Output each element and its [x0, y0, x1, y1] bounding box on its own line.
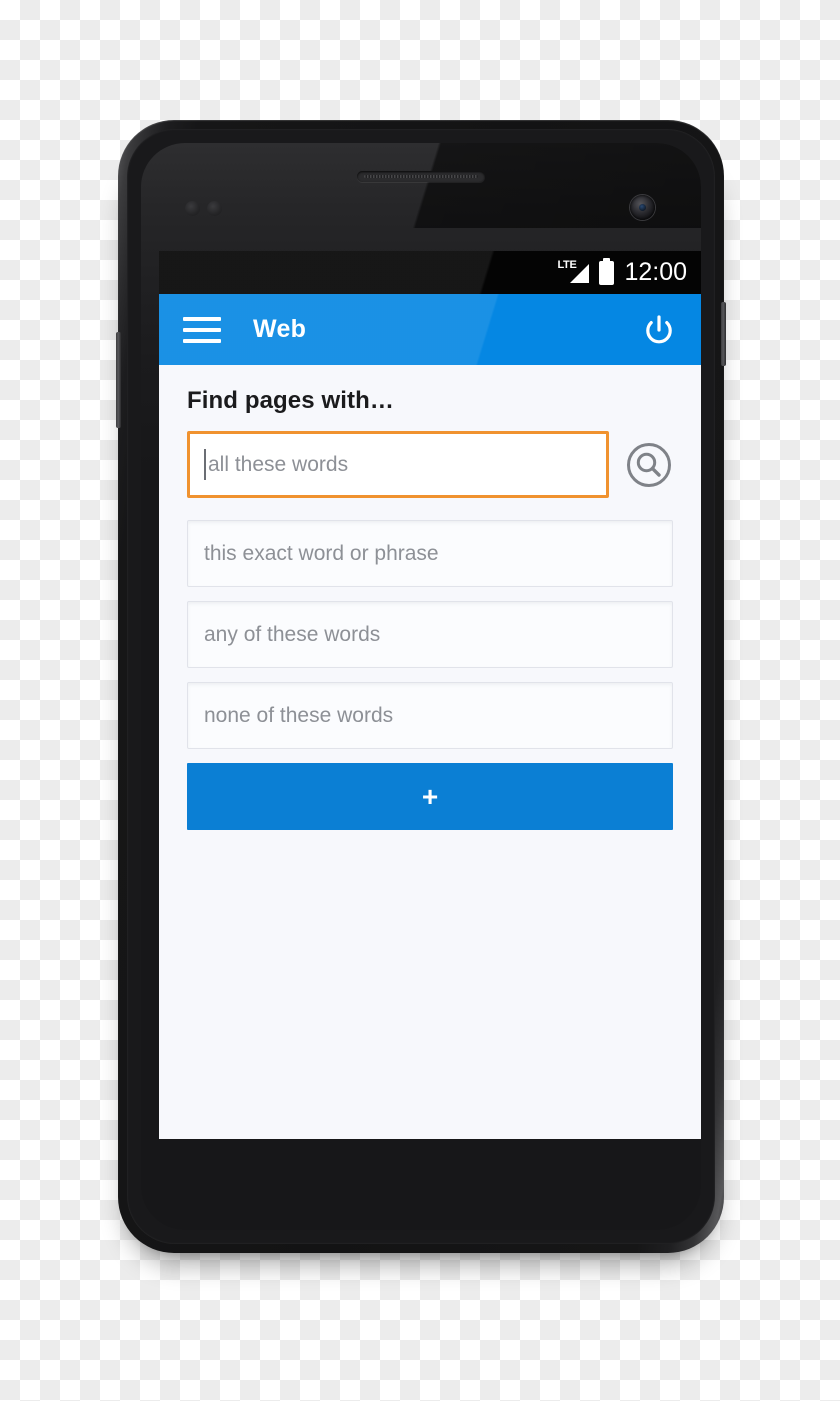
- menu-line: [183, 338, 221, 343]
- all-words-field-wrapper: [187, 431, 609, 498]
- app-bar-title: Web: [253, 315, 307, 343]
- field-row: [187, 601, 673, 668]
- status-bar-clock: 12:00: [624, 258, 687, 286]
- all-words-field[interactable]: [187, 431, 609, 498]
- page-title: Find pages with…: [187, 387, 394, 414]
- none-words-field[interactable]: [187, 682, 673, 749]
- app-bar: Web: [159, 294, 701, 365]
- search-form: Find pages with… all these words this ex…: [159, 365, 701, 830]
- device-volume-button[interactable]: [116, 332, 121, 428]
- phone-device: LTE 12:00 Web Find pages with… all these…: [116, 120, 726, 1253]
- signal-strength-icon: LTE: [557, 259, 590, 286]
- proximity-sensor-icon: [185, 201, 200, 216]
- phone-screen: LTE 12:00 Web Find pages with… all these…: [159, 251, 701, 1139]
- light-sensor-icon: [207, 201, 222, 216]
- field-row: [187, 520, 673, 587]
- app-bar-reflection: [159, 294, 701, 365]
- battery-icon: [599, 257, 615, 285]
- search-icon[interactable]: [625, 441, 673, 489]
- menu-line: [183, 316, 221, 321]
- add-criteria-button[interactable]: +: [187, 763, 673, 830]
- any-words-field[interactable]: [187, 601, 673, 668]
- menu-line: [183, 327, 221, 332]
- device-power-button[interactable]: [721, 302, 726, 366]
- glass-reflection: [141, 143, 701, 228]
- exact-phrase-field[interactable]: [187, 520, 673, 587]
- front-camera-icon: [630, 195, 655, 220]
- earpiece-speaker-icon: [357, 171, 485, 182]
- device-body: LTE 12:00 Web Find pages with… all these…: [116, 120, 726, 1253]
- status-bar: LTE 12:00: [159, 251, 701, 294]
- hamburger-menu-icon[interactable]: [183, 308, 227, 352]
- field-row: [187, 682, 673, 749]
- device-bezel: LTE 12:00 Web Find pages with… all these…: [127, 129, 715, 1244]
- signal-triangle-icon: [570, 263, 590, 283]
- power-icon[interactable]: [639, 310, 679, 350]
- status-bar-icons: LTE 12:00: [557, 257, 687, 286]
- text-caret: [204, 449, 206, 480]
- primary-search-row: [187, 431, 673, 498]
